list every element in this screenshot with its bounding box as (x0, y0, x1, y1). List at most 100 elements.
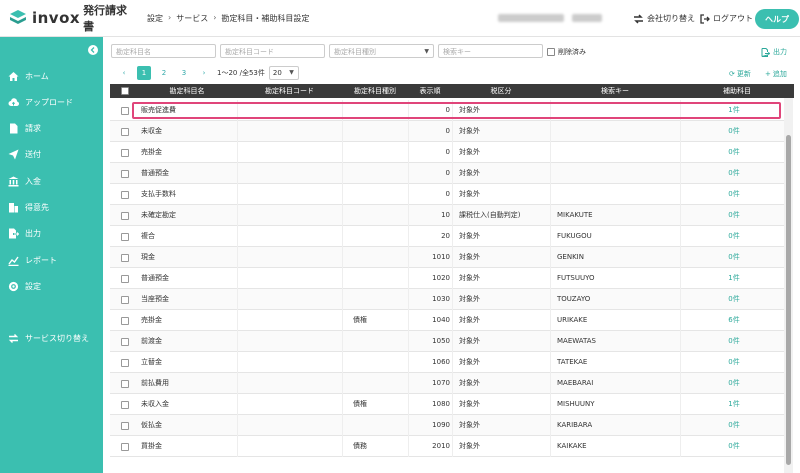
table-row[interactable]: 未確定勘定 10 課税仕入(自動判定) MIKAKUTE 0件 (110, 205, 787, 226)
cell-sub-accounts-link[interactable]: 0件 (680, 331, 787, 352)
cell-sub-accounts-link[interactable]: 0件 (680, 163, 787, 184)
cell-sub-accounts-link[interactable]: 0件 (680, 415, 787, 436)
logout-link[interactable]: ログアウト (700, 13, 753, 24)
table-row[interactable]: 前渡金 1050 対象外 MAEWATAS 0件 (110, 331, 787, 352)
cell-account-code (237, 415, 342, 436)
row-checkbox[interactable] (121, 380, 129, 388)
row-checkbox[interactable] (121, 296, 129, 304)
column-header[interactable]: 勘定科目名 (137, 84, 237, 98)
sidebar-service-switch[interactable]: サービス切り替え (8, 333, 89, 344)
table-row[interactable]: 立替金 1060 対象外 TATEKAE 0件 (110, 352, 787, 373)
sidebar-item-customers[interactable]: 得意先 (8, 202, 49, 213)
page-size-select[interactable]: 20 ▼ (268, 66, 299, 80)
row-checkbox[interactable] (121, 128, 129, 136)
sidebar-item-send[interactable]: 送付 (8, 149, 41, 160)
cell-sub-accounts-link[interactable]: 0件 (680, 373, 787, 394)
row-checkbox[interactable] (121, 275, 129, 283)
cell-sub-accounts-link[interactable]: 0件 (680, 226, 787, 247)
cell-search-key (550, 100, 680, 121)
page-2[interactable]: 2 (157, 66, 171, 80)
breadcrumb-item[interactable]: サービス (176, 13, 208, 24)
row-checkbox[interactable] (121, 254, 129, 262)
row-checkbox[interactable] (121, 359, 129, 367)
column-header[interactable]: 税区分 (452, 84, 550, 98)
table-row[interactable]: 普通預金 0 対象外 0件 (110, 163, 787, 184)
account-type-select[interactable]: 勘定科目種別 ▼ (329, 44, 434, 58)
cell-sub-accounts-link[interactable]: 0件 (680, 352, 787, 373)
row-checkbox[interactable] (121, 317, 129, 325)
table-row[interactable]: 売掛金 債権 1040 対象外 URIKAKE 6件 (110, 310, 787, 331)
table-row[interactable]: 現金 1010 対象外 GENKIN 0件 (110, 247, 787, 268)
cell-account-type (342, 247, 408, 268)
cell-sub-accounts-link[interactable]: 0件 (680, 436, 787, 457)
cell-sub-accounts-link[interactable]: 0件 (680, 142, 787, 163)
logo[interactable]: invox 発行請求書 (8, 2, 138, 34)
sidebar-item-upload[interactable]: アップロード (8, 97, 73, 108)
row-checkbox[interactable] (121, 338, 129, 346)
collapse-sidebar-icon[interactable] (88, 45, 98, 55)
select-all-checkbox[interactable] (121, 87, 129, 95)
row-checkbox[interactable] (121, 191, 129, 199)
sidebar-item-export[interactable]: 出力 (8, 228, 41, 239)
table-row[interactable]: 販売促進費 0 対象外 1件 (110, 100, 787, 121)
table-row[interactable]: 当座預金 1030 対象外 TOUZAYO 0件 (110, 289, 787, 310)
breadcrumb-item[interactable]: 設定 (147, 13, 163, 24)
row-checkbox[interactable] (121, 212, 129, 220)
cell-sub-accounts-link[interactable]: 0件 (680, 184, 787, 205)
output-button[interactable]: 出力 (761, 47, 787, 57)
row-checkbox[interactable] (121, 401, 129, 409)
prev-page-icon[interactable]: ‹ (117, 66, 131, 80)
column-header[interactable]: 補助科目 (680, 84, 794, 98)
deleted-filter[interactable]: 削除済み (547, 47, 586, 57)
scrollbar-thumb[interactable] (786, 135, 791, 465)
table-row[interactable]: 買掛金 債務 2010 対象外 KAIKAKE 0件 (110, 436, 787, 457)
table-row[interactable]: 前払費用 1070 対象外 MAEBARAI 0件 (110, 373, 787, 394)
table-row[interactable]: 支払手数料 0 対象外 0件 (110, 184, 787, 205)
sidebar-item-report[interactable]: レポート (8, 255, 57, 266)
page-1[interactable]: 1 (137, 66, 151, 80)
add-button[interactable]: + 追加 (765, 69, 787, 79)
column-header[interactable]: 勘定科目コード (237, 84, 342, 98)
deleted-checkbox[interactable] (547, 48, 555, 56)
sidebar-item-label: 送付 (25, 150, 41, 159)
cell-account-name: 未収金 (141, 127, 162, 135)
row-checkbox[interactable] (121, 170, 129, 178)
sidebar-item-home[interactable]: ホーム (8, 71, 49, 82)
table-row[interactable]: 普通預金 1020 対象外 FUTSUUYO 1件 (110, 268, 787, 289)
cell-sub-accounts-link[interactable]: 1件 (680, 268, 787, 289)
breadcrumb-separator-icon: › (213, 13, 217, 22)
cell-sub-accounts-link[interactable]: 6件 (680, 310, 787, 331)
cell-sub-accounts-link[interactable]: 0件 (680, 205, 787, 226)
row-checkbox[interactable] (121, 443, 129, 451)
sidebar-item-label: アップロード (25, 98, 73, 107)
table-row[interactable]: 仮払金 1090 対象外 KARIBARA 0件 (110, 415, 787, 436)
column-header[interactable]: 検索キー (550, 84, 680, 98)
sidebar-item-payment[interactable]: 入金 (8, 176, 41, 187)
column-header[interactable]: 表示順 (408, 84, 452, 98)
table-row[interactable]: 複合 20 対象外 FUKUGOU 0件 (110, 226, 787, 247)
cell-sub-accounts-link[interactable]: 0件 (680, 289, 787, 310)
table-row[interactable]: 売掛金 0 対象外 0件 (110, 142, 787, 163)
cell-sub-accounts-link[interactable]: 1件 (680, 394, 787, 415)
row-checkbox[interactable] (121, 149, 129, 157)
search-key-filter[interactable]: 検索キー (438, 44, 543, 58)
account-code-filter[interactable]: 勘定科目コード (220, 44, 325, 58)
cell-sub-accounts-link[interactable]: 1件 (680, 100, 787, 121)
help-button[interactable]: ヘルプ (755, 9, 799, 29)
sidebar-item-invoice[interactable]: 請求 (8, 123, 41, 134)
page-3[interactable]: 3 (177, 66, 191, 80)
column-header[interactable]: 勘定科目種別 (342, 84, 408, 98)
table-row[interactable]: 未収入金 債権 1080 対象外 MISHUUNY 1件 (110, 394, 787, 415)
row-checkbox[interactable] (121, 233, 129, 241)
refresh-button[interactable]: ⟳ 更新 (729, 69, 751, 79)
cell-display-order: 1020 (408, 268, 450, 289)
sidebar-item-settings[interactable]: 設定 (8, 281, 41, 292)
cell-sub-accounts-link[interactable]: 0件 (680, 121, 787, 142)
next-page-icon[interactable]: › (197, 66, 211, 80)
account-name-filter[interactable]: 勘定科目名 (111, 44, 216, 58)
table-row[interactable]: 未収金 0 対象外 0件 (110, 121, 787, 142)
row-checkbox[interactable] (121, 422, 129, 430)
row-checkbox[interactable] (121, 107, 129, 115)
switch-company-link[interactable]: 会社切り替え (633, 13, 695, 24)
cell-sub-accounts-link[interactable]: 0件 (680, 247, 787, 268)
